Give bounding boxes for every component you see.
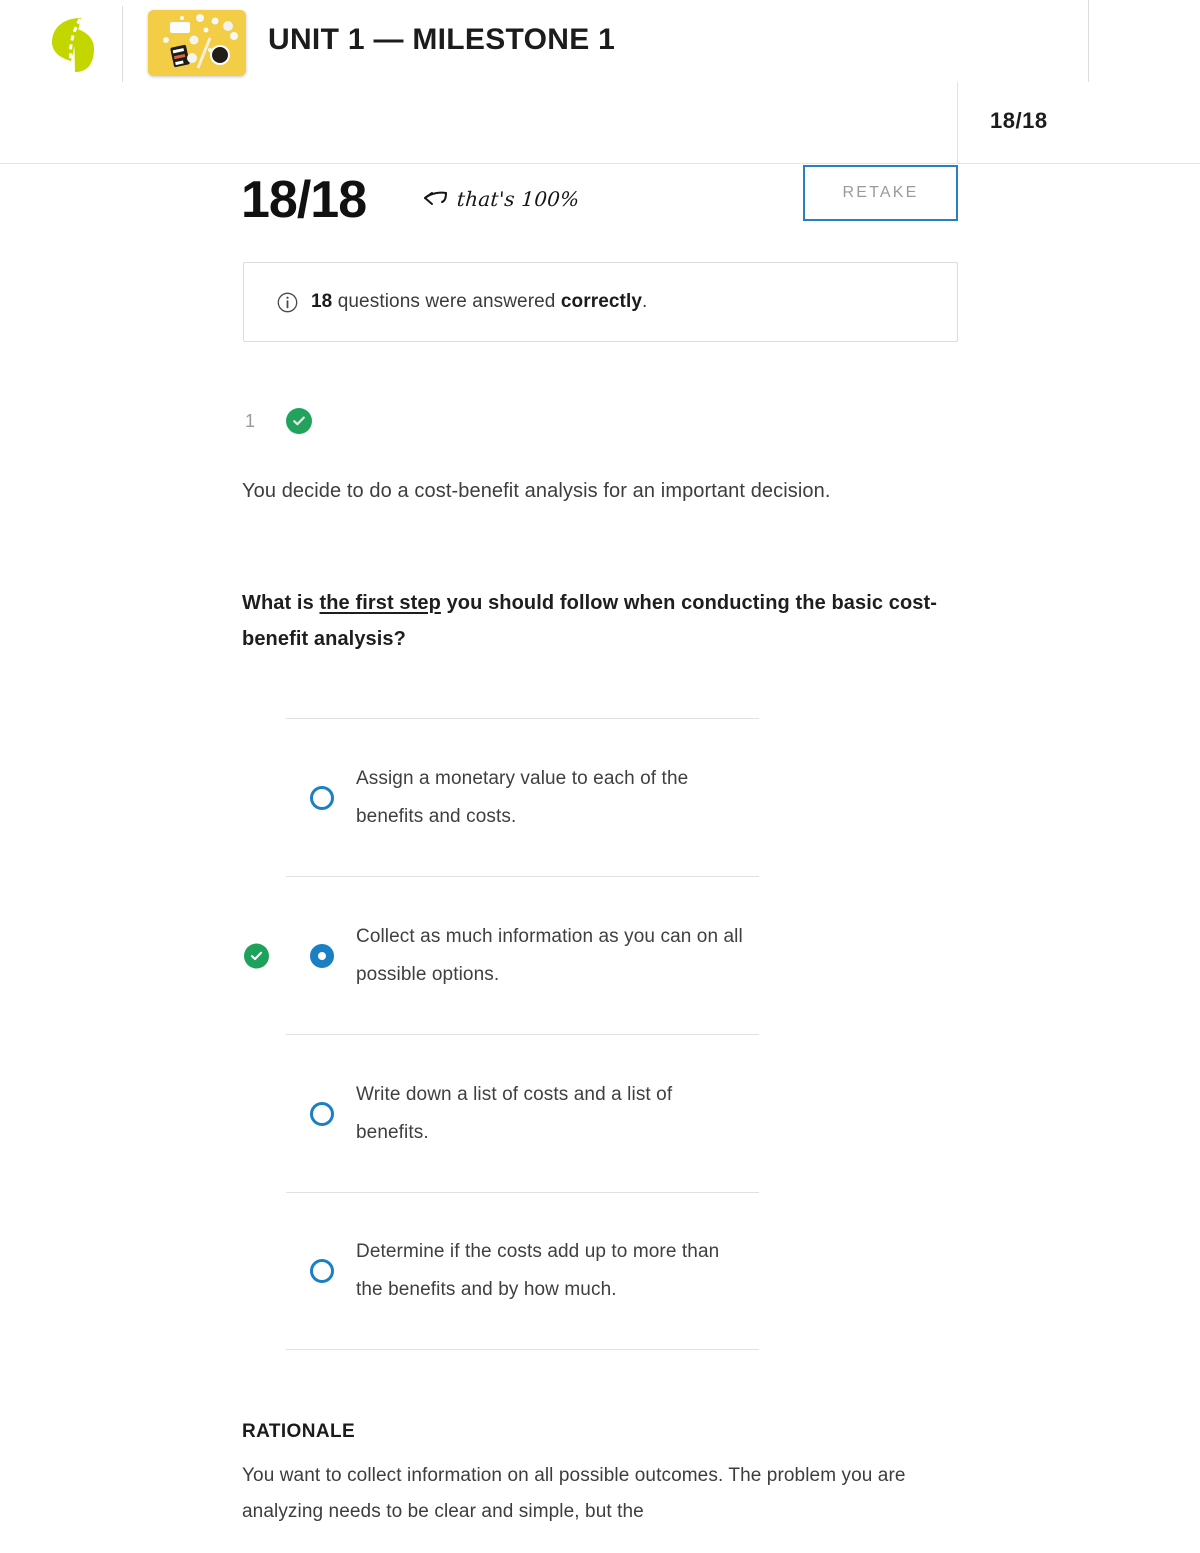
score-value: 18/18 bbox=[241, 171, 367, 229]
rationale-text: You want to collect information on all p… bbox=[242, 1465, 906, 1522]
question-stem: You decide to do a cost-benefit analysis… bbox=[242, 480, 831, 502]
results-info-box: 18 questions were answered correctly. bbox=[243, 262, 958, 342]
answer-option[interactable]: Determine if the costs add up to more th… bbox=[286, 1192, 759, 1350]
results-info-text: 18 questions were answered correctly. bbox=[311, 291, 647, 313]
question-header: 1 bbox=[243, 408, 312, 434]
radio-button[interactable] bbox=[310, 1101, 334, 1126]
score-annotation: that's 100% bbox=[420, 187, 581, 211]
course-thumbnail-image bbox=[148, 10, 246, 76]
score-summary-row: 18/18 that's 100% RETAKE bbox=[0, 164, 1200, 274]
question-number: 1 bbox=[244, 410, 255, 431]
retake-button[interactable]: RETAKE bbox=[803, 165, 958, 221]
sophia-logo-icon[interactable] bbox=[50, 16, 96, 74]
info-text-end: . bbox=[642, 291, 648, 312]
curved-left-arrow-icon bbox=[420, 189, 448, 209]
header-score-badge: 18/18 bbox=[990, 108, 1048, 133]
header-divider-left bbox=[122, 6, 123, 82]
check-circle-icon bbox=[286, 408, 312, 434]
answer-option-label: Assign a monetary value to each of the b… bbox=[356, 767, 689, 827]
prompt-underlined: the first step bbox=[319, 592, 441, 614]
page-header: UNIT 1 — MILESTONE 1 18/18 bbox=[0, 0, 1200, 164]
answer-option-label: Write down a list of costs and a list of… bbox=[356, 1083, 673, 1143]
score-annotation-text: that's 100% bbox=[456, 187, 581, 211]
milestone-results-page: UNIT 1 — MILESTONE 1 18/18 18/18 that's … bbox=[0, 0, 1200, 1553]
header-divider-score-left bbox=[957, 82, 958, 164]
header-divider-right bbox=[1088, 0, 1089, 82]
page-title: UNIT 1 — MILESTONE 1 bbox=[268, 23, 616, 56]
info-text-middle: questions were answered bbox=[332, 291, 561, 312]
answer-option-selected[interactable]: Collect as much information as you can o… bbox=[244, 876, 759, 1034]
question-prompt: What is the first step you should follow… bbox=[242, 585, 942, 657]
correct-answer-icon bbox=[244, 943, 269, 968]
radio-button-selected[interactable] bbox=[310, 943, 334, 968]
answer-option-label: Collect as much information as you can o… bbox=[356, 925, 743, 985]
info-circle-icon bbox=[277, 292, 298, 313]
rationale-heading: RATIONALE bbox=[242, 1421, 356, 1442]
info-emphasis: correctly bbox=[560, 291, 643, 312]
radio-button[interactable] bbox=[310, 1259, 334, 1283]
answer-option[interactable]: Write down a list of costs and a list of… bbox=[286, 1034, 759, 1192]
answer-option[interactable]: Assign a monetary value to each of the b… bbox=[286, 718, 759, 876]
info-correct-count: 18 bbox=[311, 291, 333, 312]
answer-option-label: Determine if the costs add up to more th… bbox=[356, 1241, 720, 1300]
radio-button[interactable] bbox=[310, 785, 334, 810]
prompt-before: What is bbox=[242, 592, 320, 614]
answer-options-list: Assign a monetary value to each of the b… bbox=[244, 718, 759, 1350]
